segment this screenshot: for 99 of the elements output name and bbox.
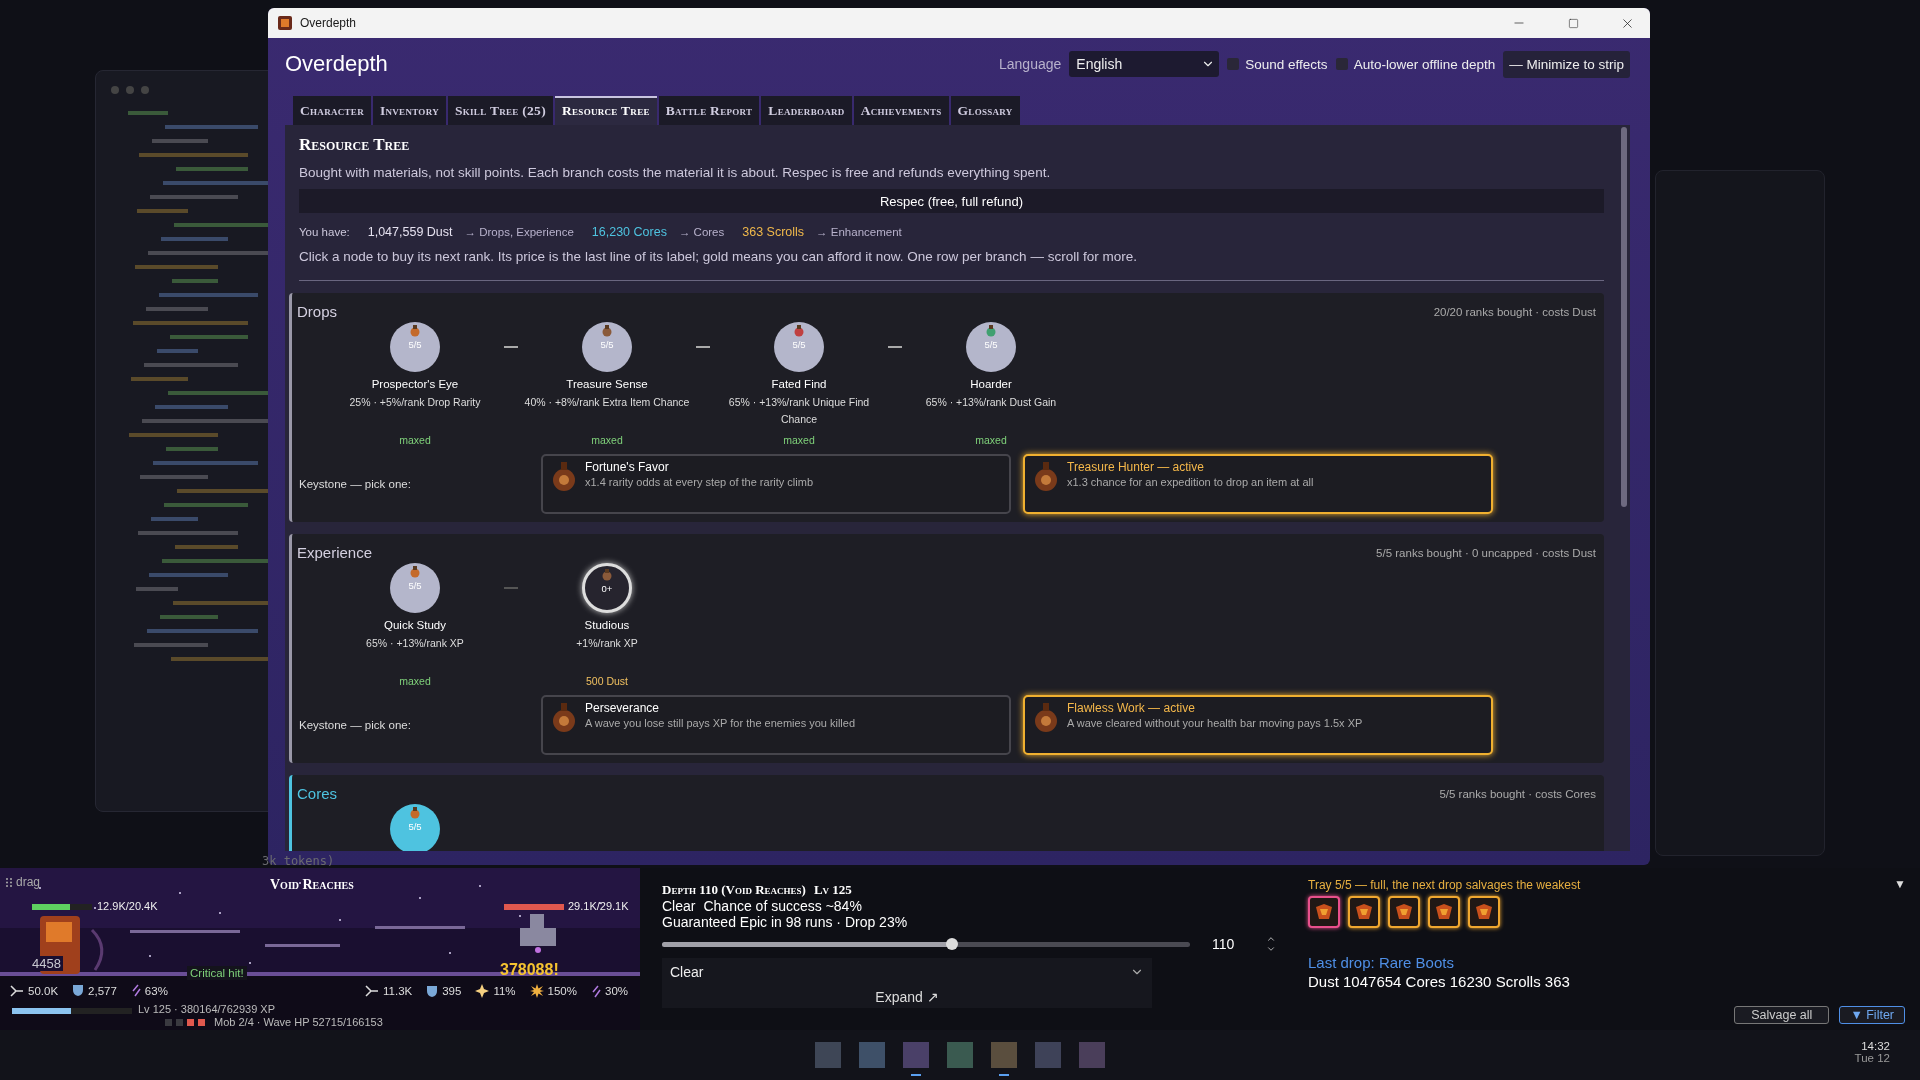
node-effect: 65% · +13%/rank Unique Find Chance <box>727 395 871 427</box>
node-name: Treasure Sense <box>566 378 648 390</box>
keystone-name: Treasure Hunter — active <box>1067 460 1205 474</box>
material-use: → Cores <box>678 226 725 238</box>
keystone-description: x1.3 chance for an expedition to drop an item at all <box>1067 476 1314 488</box>
crit-label: Critical hit! <box>187 966 247 980</box>
you-have-label: You have: <box>299 226 350 238</box>
damage-number: 378088! <box>500 961 559 979</box>
branch-name: Cores <box>297 785 337 802</box>
branch-name: Drops <box>297 303 337 320</box>
node-name: Quick Study <box>384 619 446 631</box>
tab[interactable]: Glossary <box>950 96 1020 125</box>
node-name: Prospector's Eye <box>371 378 459 390</box>
xp-text: Lv 125 · 380164/762939 XP <box>138 1003 275 1015</box>
last-drop-link[interactable]: Last drop: Rare Boots <box>1308 954 1904 971</box>
node-effect: 25% · +5%/rank Drop Rarity <box>349 395 481 410</box>
filter-button[interactable]: ▼ Filter <box>1839 1006 1905 1024</box>
branch-name: Experience <box>297 544 373 561</box>
salvage-button[interactable]: Salvage all <box>1734 1006 1830 1024</box>
branch-summary: 5/5 ranks bought · 0 uncapped · costs Dust <box>1376 546 1596 559</box>
stat-value: 30% <box>591 984 628 998</box>
node-status: maxed <box>399 675 431 687</box>
material-amount: 1,047,559 Dust <box>367 225 453 239</box>
material-amount: 16,230 Cores <box>591 225 667 239</box>
node-effect: 65% · +13%/rank XP <box>366 636 464 651</box>
mode-text: Clear <box>662 898 696 914</box>
tray-label: Tray 5/5 — full, the next drop salvages the weakest <box>1308 878 1581 892</box>
drag-label: drag <box>16 875 41 889</box>
keystone-card[interactable]: Flawless Work — active A wave cleared without your health bar moving pays 1.5x XP <box>1023 695 1493 755</box>
node-name: Hoarder <box>970 378 1012 390</box>
tab[interactable]: Battle Report <box>658 96 760 125</box>
intro-text: Bought with materials, not skill points. Each branch costs the material it is about. Respec is free and refunds everything spent. <box>299 165 1052 180</box>
keystone-name: Flawless Work — active <box>1067 701 1196 715</box>
stat-value: 150% <box>529 984 577 998</box>
keystone-name: Fortune's Favor <box>585 460 670 474</box>
guarantee-text: Guaranteed Epic in 98 runs · Drop 23% <box>662 914 909 930</box>
branch-summary: 20/20 ranks bought · costs Dust <box>1433 305 1596 318</box>
stat-value: 63% <box>130 984 168 997</box>
damage-number: 4458 <box>30 956 63 971</box>
keystone-description: x1.4 rarity odds at every step of the rarity climb <box>585 476 814 488</box>
keystone-card[interactable]: Treasure Hunter — active x1.3 chance for an expedition to drop an item at all <box>1023 454 1493 514</box>
keystone-description: A wave cleared without your health bar moving pays 1.5x XP <box>1067 717 1363 729</box>
keystone-label: Keystone — pick one: <box>298 478 412 490</box>
app-title: Overdepth <box>285 51 388 77</box>
language-label: Language <box>999 56 1062 72</box>
option-checkbox[interactable]: Sound effects <box>1227 56 1328 72</box>
minimize-strip-button[interactable]: — Minimize to strip <box>1503 50 1630 78</box>
node-name: Studious <box>584 619 630 631</box>
hero-health-text: 12.9K/20.4K <box>97 900 158 912</box>
expand-button[interactable]: Expand ↗ <box>869 986 945 1008</box>
background-text: 3k tokens) <box>262 854 335 868</box>
tree-node[interactable]: 0+ <box>582 563 632 613</box>
tab[interactable]: Character <box>293 96 371 125</box>
stat-value: 11.3K <box>365 985 413 997</box>
material-use: → Drops, Experience <box>464 226 574 238</box>
select-value: Clear <box>670 964 704 980</box>
option-checkbox[interactable]: Auto-lower offline depth <box>1335 56 1496 72</box>
chance-text: Chance of success ~84% <box>703 898 862 914</box>
mode-select[interactable]: Clear Expand ↗ <box>662 958 1152 1008</box>
tab[interactable]: Inventory <box>372 96 446 125</box>
depth-title: Depth 110 (Void Reaches) <box>662 882 806 898</box>
branch-summary: 5/5 ranks bought · costs Cores <box>1439 787 1596 800</box>
node-effect: +1%/rank XP <box>576 636 638 651</box>
respec-button[interactable]: Respec (free, full refund) <box>299 189 1604 213</box>
clock-time: 14:32 <box>1861 1040 1890 1052</box>
keystone-card[interactable]: Perseverance A wave you lose still pays XP for the enemies you killed <box>541 695 1011 755</box>
totals-text: Dust 1047654 Cores 16230 Scrolls 363 <box>1308 973 1571 990</box>
stat-value: 395 <box>426 984 462 998</box>
hint-text: Click a node to buy its next rank. Its price is the last line of its label; gold means you can afford it now. One row per branch — scroll for more. <box>299 249 1138 264</box>
level-text: Lv 125 <box>813 882 852 898</box>
tab[interactable]: Leaderboard <box>761 96 852 125</box>
stat-value: 50.0K <box>10 984 59 997</box>
node-status: maxed <box>591 434 623 446</box>
node-status: maxed <box>783 434 815 446</box>
keystone-description: A wave you lose still pays XP for the enemies you killed <box>585 717 856 729</box>
node-status: maxed <box>399 434 431 446</box>
stat-value: 11% <box>475 984 516 998</box>
stat-value: 2,577 <box>72 984 117 997</box>
node-name: Fated Find <box>771 378 827 390</box>
node-effect: 65% · +13%/rank Dust Gain <box>925 395 1057 410</box>
node-status: 500 Dust <box>586 675 628 687</box>
node-status: maxed <box>975 434 1007 446</box>
enemy-health-text: 29.1K/29.1K <box>568 900 629 912</box>
collapse-button[interactable]: ▼ <box>1888 876 1912 892</box>
page-title: Resource Tree <box>299 135 411 155</box>
wave-text: Mob 2/4 · Wave HP 52715/166153 <box>214 1016 383 1028</box>
tab[interactable]: Achievements <box>853 96 949 125</box>
language-select[interactable]: English <box>1069 51 1220 77</box>
zone-title: Void Reaches <box>270 877 354 893</box>
keystone-name: Perseverance <box>585 701 661 715</box>
window-title: Overdepth <box>300 16 358 30</box>
keystone-label: Keystone — pick one: <box>298 719 412 731</box>
tab[interactable]: Resource Tree <box>554 96 657 125</box>
tab[interactable]: Skill Tree (25) <box>447 96 553 125</box>
clock-date: Tue 12 <box>1854 1052 1890 1064</box>
keystone-card[interactable]: Fortune's Favor x1.4 rarity odds at every step of the rarity climb <box>541 454 1011 514</box>
material-use: → Enhancement <box>816 226 902 238</box>
material-amount: 363 Scrolls <box>742 225 805 239</box>
node-effect: 40% · +8%/rank Extra Item Chance <box>524 395 690 410</box>
